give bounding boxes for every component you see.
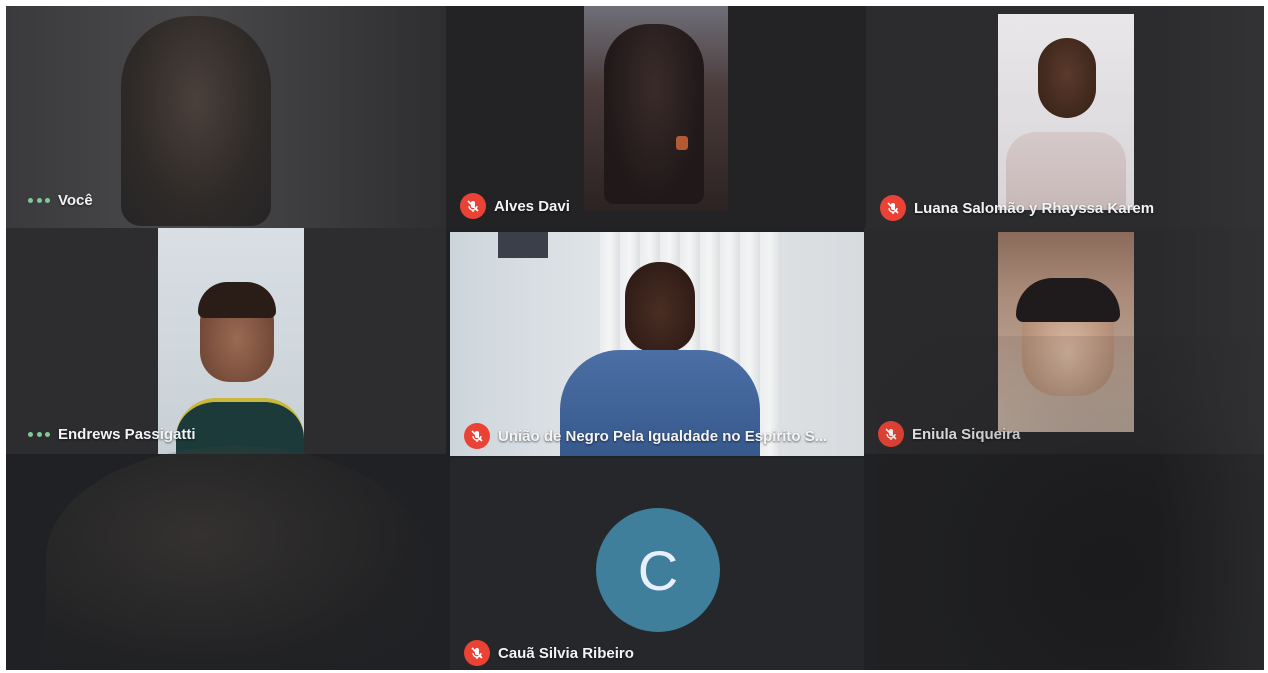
participant-name: Você	[58, 192, 93, 209]
participant-tile-caua[interactable]: C Cauã Silvia Ribeiro	[450, 458, 864, 670]
mic-off-icon	[878, 421, 904, 447]
participant-name: Endrews Passigatti	[58, 426, 196, 443]
participant-tile-endrews[interactable]: Endrews Passigatti	[6, 228, 446, 454]
participant-tile-eniula[interactable]: Eniula Siqueira	[864, 228, 1264, 454]
participant-name: União de Negro Pela Igualdade no Espirit…	[498, 427, 828, 445]
meet-grid-screen: Você Alves Davi Luana Salomão y Rhayssa …	[6, 6, 1264, 670]
participant-tile-alves-davi[interactable]: Alves Davi	[446, 6, 866, 228]
participant-name-tag: Alves Davi	[460, 193, 570, 219]
participant-name-tag: União de Negro Pela Igualdade no Espirit…	[464, 423, 827, 449]
participant-name-tag: Você	[28, 192, 93, 209]
mic-off-icon	[880, 195, 906, 221]
avatar: C	[596, 508, 720, 632]
mic-off-icon	[464, 423, 490, 449]
more-options-icon[interactable]	[28, 196, 50, 206]
participant-name-tag: Luana Salomão y Rhayssa Karem	[880, 195, 1154, 221]
participant-tile-uniao-negro[interactable]: União de Negro Pela Igualdade no Espirit…	[450, 232, 864, 456]
participant-video-silhouette	[121, 16, 271, 226]
participant-video-silhouette	[604, 24, 704, 204]
participant-name-tag: Cauã Silvia Ribeiro	[464, 640, 634, 666]
participant-name: Cauã Silvia Ribeiro	[498, 644, 634, 662]
picture-frame	[498, 232, 548, 258]
participant-name-tag: Eniula Siqueira	[878, 421, 1020, 447]
participant-video-silhouette	[625, 262, 695, 352]
participant-video-silhouette	[1038, 38, 1096, 118]
participant-name: Eniula Siqueira	[912, 425, 1021, 443]
mic-off-icon	[460, 193, 486, 219]
mic-off-icon	[464, 640, 490, 666]
participant-tile-voce[interactable]: Você	[6, 6, 446, 228]
participant-name: Luana Salomão y Rhayssa Karem	[914, 199, 1155, 217]
participant-hair	[198, 282, 276, 318]
participant-tile-luana-rhayssa[interactable]: Luana Salomão y Rhayssa Karem	[866, 6, 1264, 228]
participant-name-tag: Endrews Passigatti	[28, 426, 196, 443]
participant-video	[998, 232, 1134, 432]
participant-video	[158, 228, 304, 454]
participant-name: Alves Davi	[494, 197, 570, 215]
screen-reflection	[46, 446, 426, 670]
participant-video	[998, 14, 1134, 210]
more-options-icon[interactable]	[28, 430, 50, 440]
participant-hair	[1016, 278, 1120, 322]
participant-video	[584, 6, 728, 211]
